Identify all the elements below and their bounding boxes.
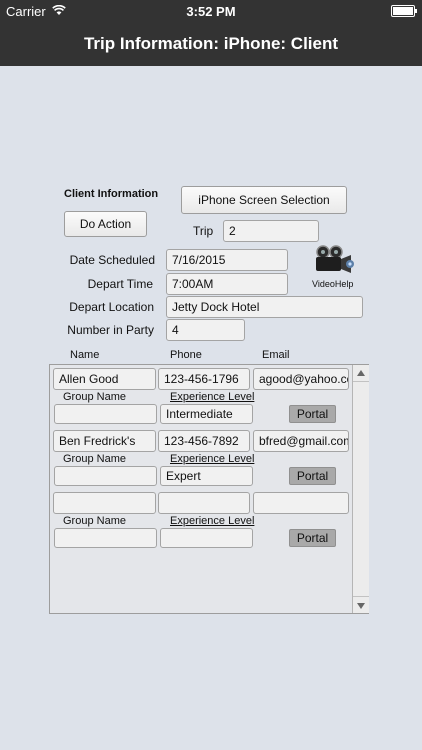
list-item: Group Name Experience Level Portal bbox=[50, 489, 350, 551]
group-name-label: Group Name bbox=[63, 391, 126, 403]
do-action-button[interactable]: Do Action bbox=[64, 211, 147, 237]
client-email-field[interactable] bbox=[253, 492, 349, 514]
portal-button[interactable]: Portal bbox=[289, 467, 336, 485]
portal-button[interactable]: Portal bbox=[289, 405, 336, 423]
client-phone-field[interactable]: 123-456-1796 bbox=[158, 368, 250, 390]
clock: 3:52 PM bbox=[186, 4, 236, 19]
experience-level-field[interactable]: Intermediate bbox=[160, 404, 253, 424]
client-email-field[interactable]: bfred@gmail.com bbox=[253, 430, 349, 452]
group-name-field[interactable] bbox=[54, 528, 157, 548]
group-name-label: Group Name bbox=[63, 453, 126, 465]
header-email: Email bbox=[262, 349, 290, 361]
header-name: Name bbox=[70, 349, 100, 361]
client-name-field[interactable]: Ben Fredrick's bbox=[53, 430, 156, 452]
party-size-field[interactable]: 4 bbox=[166, 319, 245, 341]
client-phone-field[interactable] bbox=[158, 492, 250, 514]
status-bar: Carrier 3:52 PM bbox=[0, 0, 422, 22]
video-help-label: VideoHelp bbox=[312, 279, 354, 289]
client-name-field[interactable]: Allen Good bbox=[53, 368, 156, 390]
experience-level-field[interactable] bbox=[160, 528, 253, 548]
list-scrollbar[interactable] bbox=[352, 365, 369, 613]
list-item: Ben Fredrick's 123-456-7892 bfred@gmail.… bbox=[50, 427, 350, 489]
screen-selection-button[interactable]: iPhone Screen Selection bbox=[181, 186, 347, 214]
experience-level-label: Experience Level bbox=[170, 515, 255, 527]
client-email-field[interactable]: agood@yahoo.co bbox=[253, 368, 349, 390]
battery-icon bbox=[391, 5, 417, 17]
client-info-heading: Client Information bbox=[64, 188, 159, 200]
arrow-down-icon bbox=[357, 603, 365, 609]
depart-time-field[interactable]: 7:00AM bbox=[166, 273, 288, 295]
page-title: Trip Information: iPhone: Client bbox=[83, 34, 339, 53]
nav-bar: Trip Information: iPhone: Client bbox=[0, 22, 422, 66]
group-name-field[interactable] bbox=[54, 466, 157, 486]
experience-level-label: Experience Level bbox=[170, 453, 255, 465]
header-phone: Phone bbox=[170, 349, 202, 361]
date-scheduled-label: Date Scheduled bbox=[69, 253, 155, 267]
experience-level-label: Experience Level bbox=[170, 391, 255, 403]
trip-field[interactable]: 2 bbox=[223, 220, 319, 242]
portal-button[interactable]: Portal bbox=[289, 529, 336, 547]
client-name-field[interactable] bbox=[53, 492, 156, 514]
arrow-up-icon bbox=[357, 370, 365, 376]
date-scheduled-field[interactable]: 7/16/2015 bbox=[166, 249, 288, 271]
scroll-down-button[interactable] bbox=[353, 596, 369, 614]
depart-location-field[interactable]: Jetty Dock Hotel bbox=[166, 296, 363, 318]
group-name-label: Group Name bbox=[63, 515, 126, 527]
video-camera-icon bbox=[316, 245, 354, 273]
client-list[interactable]: Allen Good 123-456-1796 agood@yahoo.co G… bbox=[49, 364, 369, 614]
trip-label: Trip bbox=[193, 224, 214, 238]
depart-time-label: Depart Time bbox=[87, 277, 153, 291]
depart-location-label: Depart Location bbox=[69, 300, 154, 314]
group-name-field[interactable] bbox=[54, 404, 157, 424]
list-item: Allen Good 123-456-1796 agood@yahoo.co G… bbox=[50, 365, 350, 427]
experience-level-field[interactable]: Expert bbox=[160, 466, 253, 486]
scroll-up-button[interactable] bbox=[353, 365, 369, 382]
client-phone-field[interactable]: 123-456-7892 bbox=[158, 430, 250, 452]
video-help-button[interactable]: VideoHelp bbox=[310, 244, 358, 292]
party-size-label: Number in Party bbox=[67, 323, 154, 337]
